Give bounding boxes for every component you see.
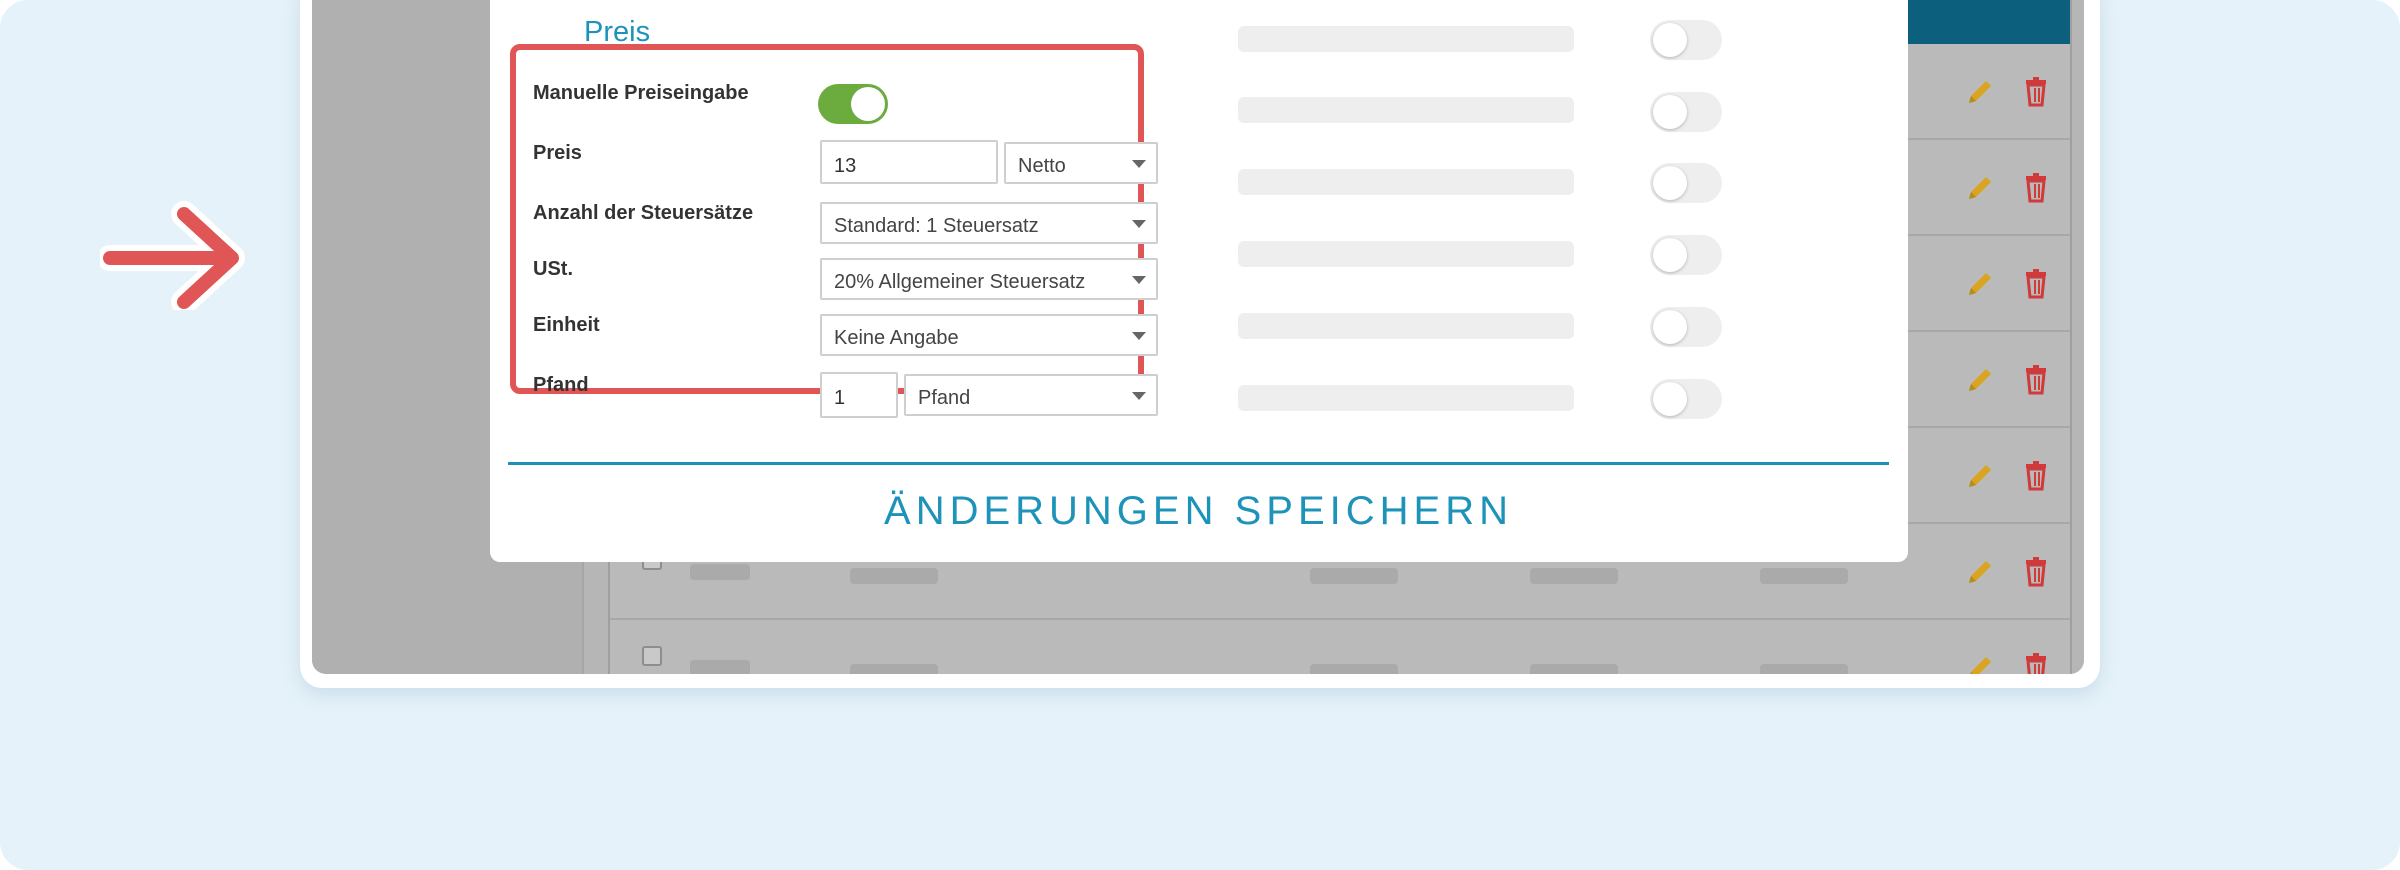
toggle-knob (1653, 238, 1687, 272)
deposit-quantity-input[interactable]: 1 (820, 372, 898, 418)
placeholder-cell (850, 664, 938, 674)
toggle-knob (851, 87, 885, 121)
placeholder-toggle (1650, 20, 1722, 60)
trash-icon[interactable] (2016, 360, 2056, 400)
pencil-icon[interactable] (1960, 456, 2000, 496)
chevron-down-icon (1132, 276, 1146, 284)
placeholder-cell (1760, 664, 1848, 674)
placeholder-field (1238, 97, 1574, 123)
placeholder-toggle (1650, 235, 1722, 275)
divider (508, 462, 1889, 465)
pencil-icon[interactable] (1960, 552, 2000, 592)
label-tax-count: Anzahl der Steuersätze (533, 202, 754, 224)
label-vat: USt. (533, 258, 573, 280)
placeholder-field (1238, 26, 1574, 52)
vat-select[interactable]: 20% Allgemeiner Steuersatz (820, 258, 1158, 300)
placeholder-cell (1310, 568, 1398, 584)
pencil-icon[interactable] (1960, 264, 2000, 304)
tax-count-value: Standard: 1 Steuersatz (834, 215, 1039, 237)
placeholder-toggle (1650, 163, 1722, 203)
placeholder-cell (850, 568, 938, 584)
placeholder-cell (1760, 568, 1848, 584)
save-changes-button[interactable]: ÄNDERUNGEN SPEICHERN (508, 476, 1889, 546)
label-unit: Einheit (533, 314, 600, 336)
trash-icon[interactable] (2016, 552, 2056, 592)
edit-dialog: Preis Manuelle Preiseingabe Preis 13 Net… (490, 0, 1908, 562)
trash-icon[interactable] (2016, 648, 2056, 674)
price-type-select[interactable]: Netto (1004, 142, 1158, 184)
pencil-icon[interactable] (1960, 648, 2000, 674)
trash-icon[interactable] (2016, 168, 2056, 208)
trash-icon[interactable] (2016, 456, 2056, 496)
placeholder-cell (1530, 664, 1618, 674)
chevron-down-icon (1132, 160, 1146, 168)
toggle-knob (1653, 310, 1687, 344)
manual-price-toggle[interactable] (818, 84, 888, 124)
unit-value: Keine Angabe (834, 327, 959, 349)
label-manual-price: Manuelle Preiseingabe (533, 82, 749, 104)
trash-icon[interactable] (2016, 72, 2056, 112)
toggle-knob (1653, 166, 1687, 200)
pencil-icon[interactable] (1960, 168, 2000, 208)
placeholder-cell (1530, 568, 1618, 584)
chevron-down-icon (1132, 392, 1146, 400)
table-row[interactable] (610, 620, 2070, 674)
price-type-value: Netto (1018, 155, 1066, 177)
chevron-down-icon (1132, 220, 1146, 228)
pencil-icon[interactable] (1960, 72, 2000, 112)
placeholder-field (1238, 241, 1574, 267)
placeholder-field (1238, 169, 1574, 195)
price-input[interactable]: 13 (820, 140, 998, 184)
unit-select[interactable]: Keine Angabe (820, 314, 1158, 356)
pointer-arrow-icon (100, 201, 245, 310)
tax-count-select[interactable]: Standard: 1 Steuersatz (820, 202, 1158, 244)
placeholder-cell (690, 564, 750, 580)
deposit-select[interactable]: Pfand (904, 374, 1158, 416)
placeholder-toggle (1650, 307, 1722, 347)
placeholder-toggle (1650, 379, 1722, 419)
placeholder-cell (690, 660, 750, 674)
toggle-knob (1653, 23, 1687, 57)
toggle-knob (1653, 382, 1687, 416)
placeholder-field (1238, 313, 1574, 339)
trash-icon[interactable] (2016, 264, 2056, 304)
deposit-value: Pfand (918, 387, 971, 409)
placeholder-toggle (1650, 92, 1722, 132)
label-price: Preis (533, 142, 582, 164)
placeholder-cell (1310, 664, 1398, 674)
placeholder-field (1238, 385, 1574, 411)
label-deposit: Pfand (533, 374, 589, 396)
vat-value: 20% Allgemeiner Steuersatz (834, 271, 1086, 293)
toggle-knob (1653, 95, 1687, 129)
pencil-icon[interactable] (1960, 360, 2000, 400)
row-checkbox[interactable] (642, 646, 662, 666)
chevron-down-icon (1132, 332, 1146, 340)
